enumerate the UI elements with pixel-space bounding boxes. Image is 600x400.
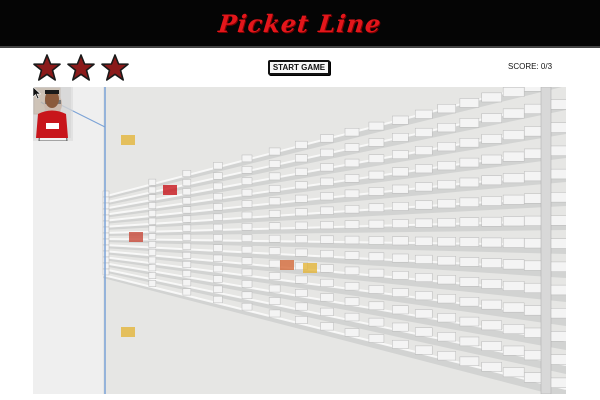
warehouse-background <box>33 87 566 394</box>
game-window: Picket Line START GAME SCORE: 0/3 <box>0 0 600 400</box>
game-canvas[interactable] <box>33 87 566 394</box>
game-title: Picket Line <box>217 9 383 38</box>
start-game-button[interactable]: START GAME <box>268 60 330 75</box>
mouse-cursor-icon <box>33 87 41 99</box>
header-bar: Picket Line <box>0 0 600 48</box>
star-icon <box>101 54 129 81</box>
score-display: SCORE: 0/3 <box>508 62 553 71</box>
lives-stars <box>33 54 133 82</box>
page-margin-right <box>566 87 600 394</box>
star-icon <box>33 54 61 81</box>
star-icon <box>67 54 95 81</box>
page-margin-bottom <box>0 394 600 400</box>
